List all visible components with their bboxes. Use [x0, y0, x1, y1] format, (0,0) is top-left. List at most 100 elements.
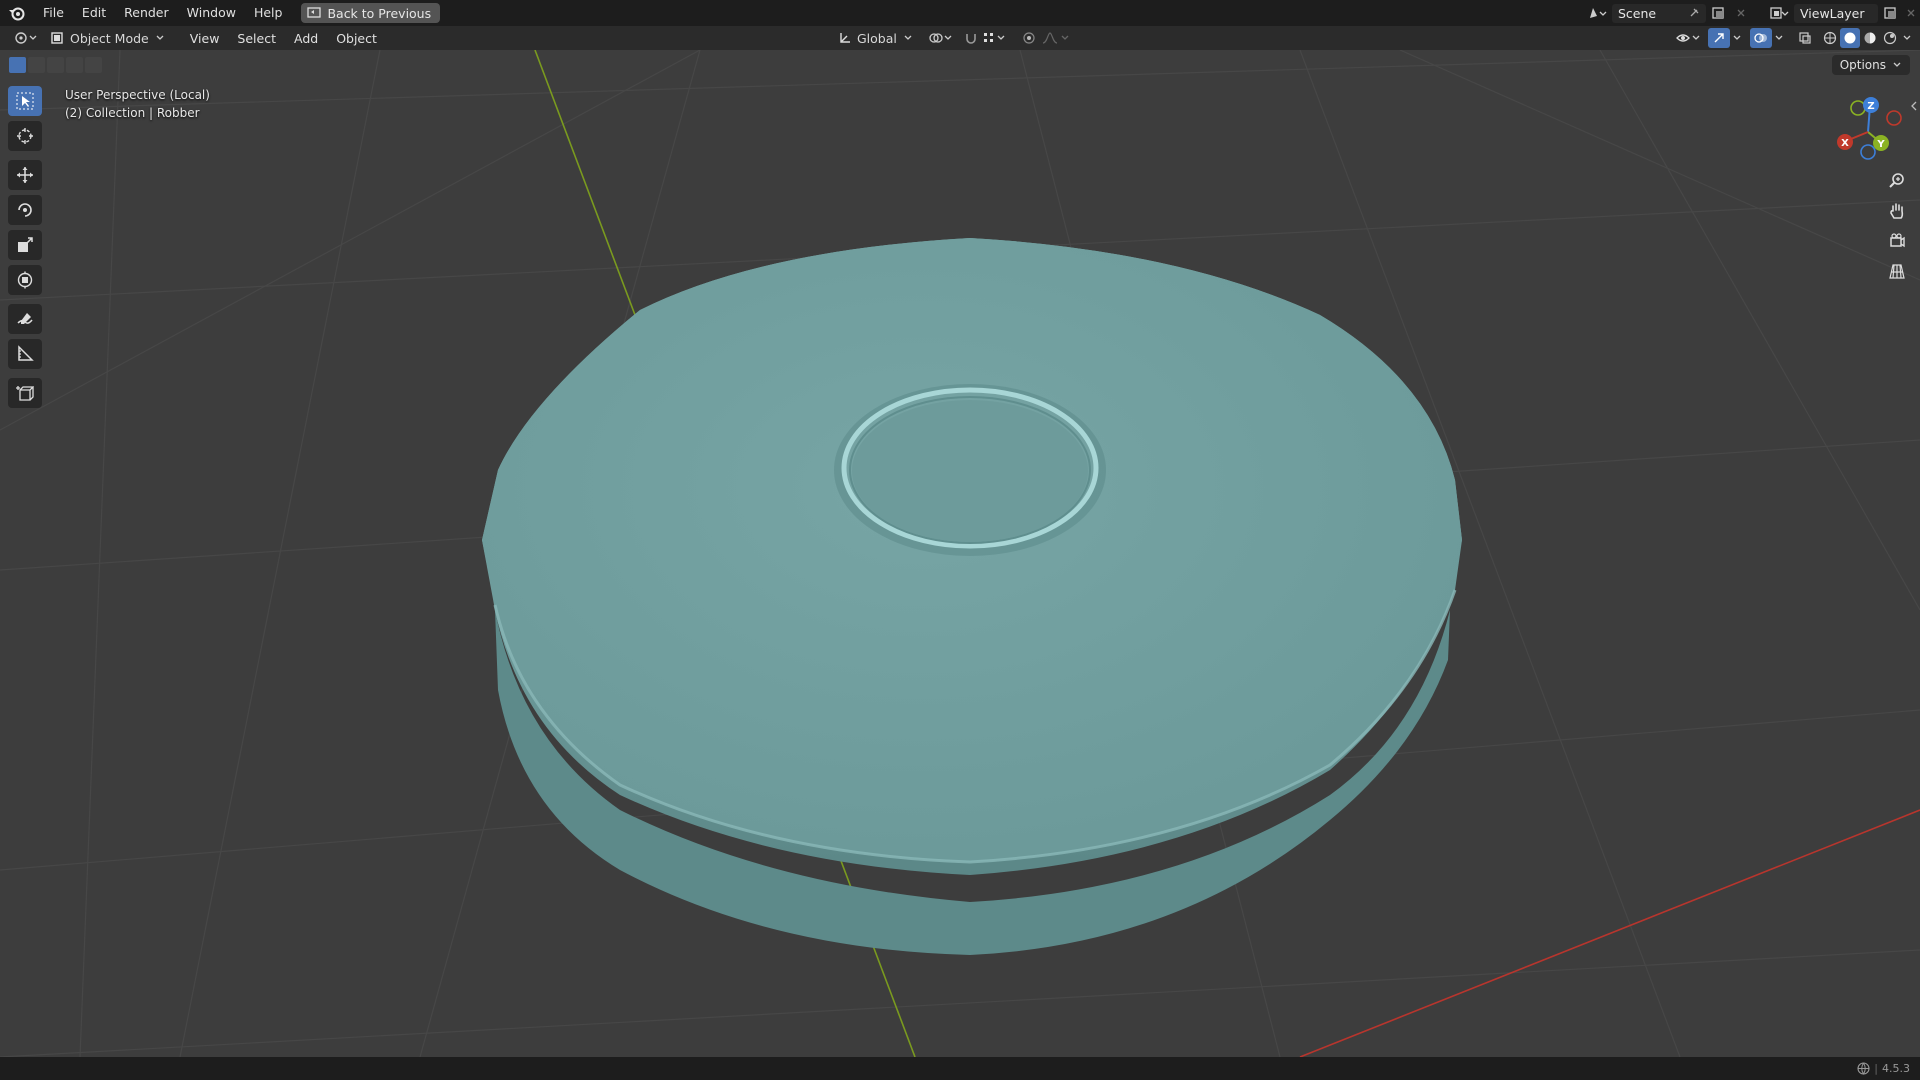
rotate-tool[interactable] — [8, 195, 42, 225]
pan-button[interactable] — [1884, 198, 1910, 224]
transform-controls: Global — [838, 26, 1073, 50]
3d-cursor-icon — [17, 128, 33, 144]
globe-icon — [1857, 1062, 1870, 1075]
select-new-icon[interactable] — [9, 57, 26, 73]
z-axis-label: Z — [1867, 101, 1874, 112]
scene-icon[interactable] — [1582, 6, 1612, 20]
neg-y-axis-icon[interactable] — [1850, 100, 1866, 116]
rendered-shading-icon[interactable] — [1880, 31, 1900, 45]
orientation-label: Global — [857, 30, 897, 46]
back-to-previous-label: Back to Previous — [327, 5, 432, 21]
ruler-icon — [18, 345, 34, 361]
neg-z-axis-icon[interactable] — [1860, 144, 1876, 160]
orientation-dropdown[interactable]: Global — [857, 31, 913, 46]
navigation-gizmo[interactable]: Z Y X — [1828, 92, 1908, 172]
gizmo-toggle-icon[interactable] — [1708, 28, 1730, 48]
chevron-down-icon — [903, 34, 913, 42]
cursor-icon — [16, 92, 34, 110]
add-cube-tool[interactable] — [8, 378, 42, 408]
options-label: Options — [1839, 58, 1886, 72]
editor-type-icon[interactable] — [8, 31, 44, 45]
wireframe-shading-icon[interactable] — [1820, 31, 1840, 45]
menu-select[interactable]: Select — [228, 31, 285, 46]
camera-icon — [1890, 233, 1905, 248]
snap-target-icon[interactable] — [981, 31, 1009, 45]
measure-tool[interactable] — [8, 339, 42, 369]
3d-viewport[interactable]: User Perspective (Local) (2) Collection … — [0, 50, 1920, 1057]
robber-mesh[interactable] — [482, 238, 1462, 955]
menu-object[interactable]: Object — [327, 31, 386, 46]
solid-shading-icon[interactable] — [1840, 28, 1860, 48]
zoom-icon — [1889, 173, 1904, 188]
ortho-toggle-button[interactable] — [1884, 258, 1910, 284]
screen-back-icon — [307, 7, 322, 18]
menu-help[interactable]: Help — [245, 0, 292, 26]
scale-icon — [18, 237, 33, 252]
annotate-tool[interactable] — [8, 304, 42, 334]
viewport-header: Object Mode View Select Add Object Globa… — [0, 26, 1920, 50]
menu-add[interactable]: Add — [285, 31, 327, 46]
delete-view-layer-icon[interactable] — [1902, 8, 1920, 18]
grid-perspective-icon — [1889, 264, 1905, 279]
view-layer-field[interactable]: ViewLayer — [1794, 3, 1878, 23]
chevron-down-icon[interactable] — [1772, 34, 1786, 42]
snap-toggle-icon[interactable] — [961, 31, 981, 45]
viewport-info: User Perspective (Local) (2) Collection … — [65, 86, 210, 122]
scene-name: Scene — [1618, 5, 1657, 21]
visibility-icon[interactable] — [1674, 31, 1704, 45]
new-scene-icon[interactable] — [1706, 6, 1730, 20]
back-to-previous-button[interactable]: Back to Previous — [301, 3, 441, 23]
mode-dropdown[interactable]: Object Mode — [50, 31, 165, 46]
mode-label: Object Mode — [70, 30, 149, 46]
scene-field[interactable]: Scene — [1612, 3, 1706, 23]
blender-logo-icon[interactable] — [0, 0, 34, 26]
proportional-edit-icon[interactable] — [1019, 31, 1039, 45]
collapse-arrow-icon[interactable] — [1910, 100, 1918, 112]
transform-icon — [17, 271, 33, 289]
menu-file[interactable]: File — [34, 0, 73, 26]
tool-shelf — [8, 86, 46, 413]
camera-view-button[interactable] — [1884, 228, 1910, 254]
move-tool[interactable] — [8, 160, 42, 190]
menu-render[interactable]: Render — [115, 0, 178, 26]
status-bar: | 4.5.3 — [0, 1057, 1920, 1080]
menu-window[interactable]: Window — [178, 0, 245, 26]
object-mode-icon — [50, 31, 64, 45]
menu-view[interactable]: View — [181, 31, 229, 46]
chevron-down-icon[interactable] — [1730, 34, 1744, 42]
pivot-point-icon[interactable] — [927, 31, 955, 45]
pin-icon[interactable] — [1688, 7, 1700, 19]
select-subtract-icon[interactable] — [47, 57, 64, 73]
add-cube-icon — [16, 386, 34, 401]
overlays-icon[interactable] — [1750, 28, 1772, 48]
transform-tool[interactable] — [8, 265, 42, 295]
menu-edit[interactable]: Edit — [73, 0, 115, 26]
falloff-icon[interactable] — [1039, 31, 1073, 45]
top-right-group: Scene ViewLayer — [1582, 0, 1920, 26]
select-invert-icon[interactable] — [66, 57, 83, 73]
select-intersect-icon[interactable] — [85, 57, 102, 73]
y-axis-label: Y — [1876, 139, 1885, 150]
new-view-layer-icon[interactable] — [1878, 6, 1902, 20]
delete-scene-icon[interactable] — [1730, 8, 1752, 18]
zoom-button[interactable] — [1884, 168, 1910, 194]
hand-icon — [1890, 203, 1904, 219]
scale-tool[interactable] — [8, 230, 42, 260]
options-dropdown[interactable]: Options — [1831, 55, 1910, 75]
select-box-tool[interactable] — [8, 86, 42, 116]
view-layer-name: ViewLayer — [1800, 5, 1865, 21]
x-axis-line — [1299, 809, 1920, 1057]
rotate-icon — [18, 203, 32, 217]
move-icon — [17, 167, 33, 183]
cursor-tool[interactable] — [8, 121, 42, 151]
x-axis-label: X — [1841, 138, 1849, 149]
orientation-icon — [838, 31, 852, 45]
select-extend-icon[interactable] — [28, 57, 45, 73]
view-layer-icon[interactable] — [1764, 6, 1794, 20]
selection-mode-group — [9, 57, 104, 73]
annotate-pencil-icon — [17, 313, 33, 324]
material-shading-icon[interactable] — [1860, 31, 1880, 45]
chevron-down-icon[interactable] — [1900, 34, 1914, 42]
xray-icon[interactable] — [1794, 31, 1816, 45]
neg-x-axis-icon[interactable] — [1886, 110, 1902, 126]
